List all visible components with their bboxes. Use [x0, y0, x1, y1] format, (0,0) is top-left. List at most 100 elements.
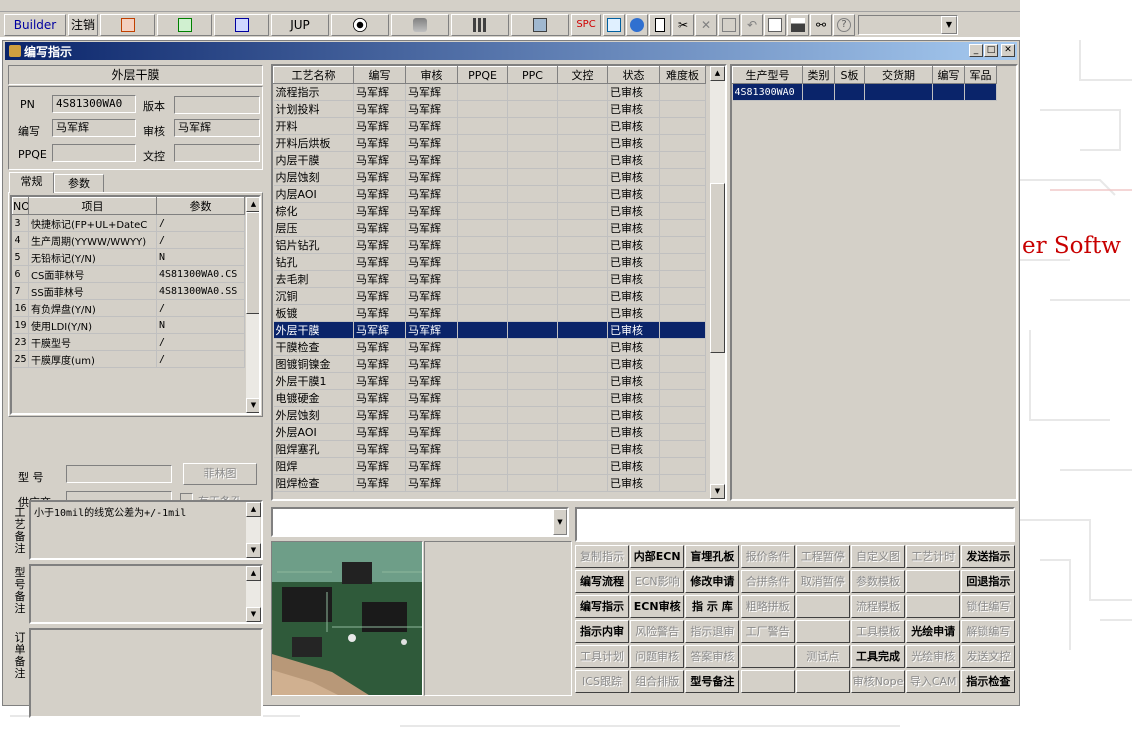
action-button-47[interactable]: 指示检查	[961, 670, 1016, 693]
params-scrollbar[interactable]: ▲ ▼	[245, 197, 259, 413]
process-row[interactable]: 外层蚀刻 马军辉 马军辉 已审核	[273, 406, 706, 424]
process-col-header[interactable]: PPC	[507, 66, 558, 84]
scroll-thumb[interactable]	[710, 183, 725, 353]
col-header-no[interactable]: NO	[12, 197, 29, 215]
action-button-37[interactable]: 工具完成	[851, 645, 905, 668]
model-row[interactable]: 4S81300WA0	[732, 83, 997, 101]
help-button[interactable]: ?	[833, 13, 855, 36]
action-button-42[interactable]: 型号备注	[685, 670, 740, 693]
action-button-6[interactable]: 工艺计时	[906, 545, 961, 568]
process-row[interactable]: 内层AOI 马军辉 马军辉 已审核	[273, 185, 706, 203]
action-button-15[interactable]: 回退指示	[961, 570, 1016, 593]
model-col-header[interactable]: 类别	[802, 66, 835, 84]
scroll-down-icon[interactable]: ▼	[246, 398, 259, 413]
process-row[interactable]: 阻焊检查 马军辉 马军辉 已审核	[273, 474, 706, 492]
process-row[interactable]: 铝片钻孔 马军辉 马军辉 已审核	[273, 236, 706, 254]
action-button-0[interactable]: 复制指示	[575, 545, 629, 568]
tab-general[interactable]: 常规	[9, 172, 54, 193]
chevron-down-icon[interactable]: ▼	[553, 509, 567, 535]
find-button[interactable]: ⚯	[810, 13, 832, 36]
network-button[interactable]	[451, 13, 509, 36]
computer-button[interactable]	[511, 13, 569, 36]
process-row[interactable]: 开料后烘板 马军辉 马军辉 已审核	[273, 134, 706, 152]
preview-button[interactable]	[764, 13, 786, 36]
process-row[interactable]: 电镀硬金 马军辉 马军辉 已审核	[273, 389, 706, 407]
action-button-8[interactable]: 编写流程	[575, 570, 629, 593]
ppt-button[interactable]	[100, 13, 155, 36]
excel-button[interactable]	[157, 13, 212, 36]
model-col-header[interactable]: 交货期	[864, 66, 933, 84]
action-button-36[interactable]: 测试点	[795, 645, 850, 668]
param-row[interactable]: 19 使用LDI(Y/N) N	[12, 316, 245, 334]
process-row[interactable]: 内层干膜 马军辉 马军辉 已审核	[273, 151, 706, 169]
action-button-21[interactable]: 流程模板	[851, 595, 905, 618]
builder-button[interactable]: Builder	[4, 13, 66, 36]
action-button-5[interactable]: 自定义图	[851, 545, 905, 568]
action-button-18[interactable]: 指 示 库	[685, 595, 740, 618]
action-button-38[interactable]: 光绘审核	[906, 645, 961, 668]
action-button-22[interactable]	[906, 595, 961, 618]
param-row[interactable]: 6 CS面菲林号 4S81300WA0.CS	[12, 265, 245, 283]
jup-button[interactable]: JUP	[271, 13, 329, 36]
ppqe-field[interactable]	[52, 144, 136, 162]
scroll-up-icon[interactable]: ▲	[246, 197, 259, 212]
delete-button[interactable]: ✕	[695, 13, 717, 36]
model-note-box[interactable]: ▲ ▼	[29, 564, 263, 624]
param-row[interactable]: 23 干膜型号 /	[12, 333, 245, 351]
param-row[interactable]: 16 有负焊盘(Y/N) /	[12, 299, 245, 317]
action-button-26[interactable]: 指示退审	[685, 620, 740, 643]
action-button-25[interactable]: 风险警告	[630, 620, 685, 643]
action-button-7[interactable]: 发送指示	[961, 545, 1016, 568]
action-button-30[interactable]: 光绘申请	[906, 620, 961, 643]
spc-button[interactable]: SPC	[571, 13, 601, 36]
action-button-40[interactable]: ICS跟踪	[575, 670, 629, 693]
logout-button[interactable]: 注销	[68, 13, 98, 36]
process-row[interactable]: 阻焊塞孔 马军辉 马军辉 已审核	[273, 440, 706, 458]
process-row[interactable]: 外层干膜1 马军辉 马军辉 已审核	[273, 372, 706, 390]
scroll-down-icon[interactable]: ▼	[246, 543, 261, 558]
param-row[interactable]: 3 快捷标记(FP+UL+DateC /	[12, 214, 245, 232]
toolbar-combo[interactable]: ▼	[858, 14, 958, 35]
model-col-header[interactable]: 军品	[964, 66, 997, 84]
order-note-box[interactable]	[29, 628, 263, 718]
action-button-14[interactable]	[906, 570, 961, 593]
action-button-45[interactable]: 审核Nope	[851, 670, 905, 693]
process-row[interactable]: 图镀铜镍金 马军辉 马军辉 已审核	[273, 355, 706, 373]
process-row[interactable]: 钻孔 马军辉 马军辉 已审核	[273, 253, 706, 271]
writer-field[interactable]: 马军辉	[52, 119, 136, 137]
model-col-header[interactable]: 生产型号	[732, 66, 803, 84]
close-button[interactable]: ✕	[1001, 44, 1015, 57]
action-button-27[interactable]: 工厂警告	[740, 620, 795, 643]
film-button[interactable]: 菲林图	[183, 463, 257, 485]
scroll-up-icon[interactable]: ▲	[246, 566, 261, 581]
param-row[interactable]: 25 干膜厚度(um) /	[12, 350, 245, 368]
param-row[interactable]: 4 生产周期(YYWW/WWYY) /	[12, 231, 245, 249]
action-button-4[interactable]: 工程暂停	[795, 545, 850, 568]
scroll-up-icon[interactable]: ▲	[710, 66, 725, 81]
process-row[interactable]: 内层蚀刻 马军辉 马军辉 已审核	[273, 168, 706, 186]
process-row[interactable]: 干膜检查 马军辉 马军辉 已审核	[273, 338, 706, 356]
action-button-1[interactable]: 内部ECN	[630, 545, 685, 568]
process-note-scrollbar[interactable]: ▲ ▼	[245, 502, 261, 558]
action-button-43[interactable]	[740, 670, 795, 693]
process-scrollbar[interactable]: ▲ ▼	[709, 66, 725, 499]
process-row[interactable]: 层压 马军辉 马军辉 已审核	[273, 219, 706, 237]
action-button-35[interactable]	[740, 645, 795, 668]
view-button[interactable]	[331, 13, 389, 36]
action-button-44[interactable]	[795, 670, 850, 693]
param-row[interactable]: 7 SS面菲林号 4S81300WA0.SS	[12, 282, 245, 300]
action-button-11[interactable]: 合拼条件	[740, 570, 795, 593]
chevron-down-icon[interactable]: ▼	[941, 15, 957, 34]
scroll-thumb[interactable]	[246, 212, 259, 314]
doc-control-field[interactable]	[174, 144, 260, 162]
action-button-39[interactable]: 发送文控	[961, 645, 1016, 668]
cut-button[interactable]: ✂	[672, 13, 694, 36]
action-button-16[interactable]: 编写指示	[575, 595, 629, 618]
process-row[interactable]: 沉铜 马军辉 马军辉 已审核	[273, 287, 706, 305]
process-note-box[interactable]: 小于10mil的线宽公差为+/-1mil ▲ ▼	[29, 500, 263, 560]
database-button[interactable]	[391, 13, 449, 36]
process-col-header[interactable]: 审核	[405, 66, 458, 84]
model-col-header[interactable]: 编写	[932, 66, 965, 84]
process-row[interactable]: 流程指示 马军辉 马军辉 已审核	[273, 83, 706, 101]
action-button-3[interactable]: 报价条件	[740, 545, 795, 568]
